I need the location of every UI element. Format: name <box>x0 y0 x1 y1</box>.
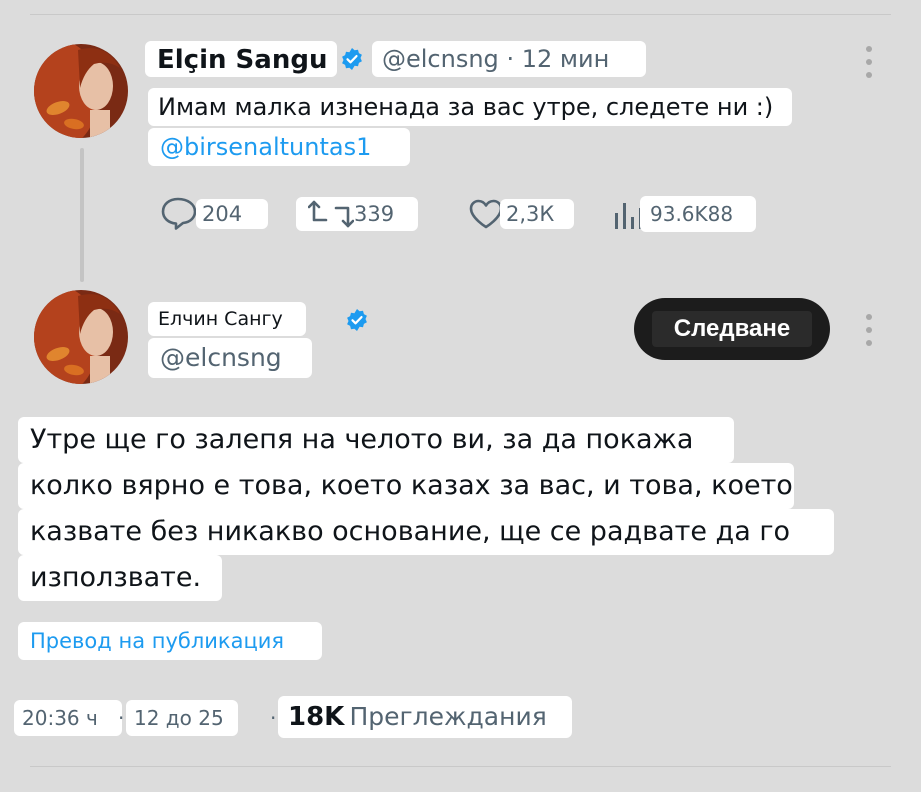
views-count: 93.6K88 <box>640 196 756 232</box>
reply-text-line-4: използвате. <box>18 555 222 601</box>
avatar[interactable] <box>34 44 128 138</box>
thread-line <box>80 148 84 282</box>
avatar-image <box>34 290 128 384</box>
tweet-text: Имам малка изненада за вас утре, следете… <box>148 88 792 126</box>
more-icon[interactable] <box>865 314 873 346</box>
dot-separator: · <box>118 706 125 730</box>
follow-button[interactable]: Следване <box>634 298 830 360</box>
reply-count: 204 <box>196 199 268 229</box>
mention-link[interactable]: @birsenaltuntas1 <box>148 128 410 166</box>
reply-text-line-3: казвате без никакво основание, ще се рад… <box>18 509 834 555</box>
reply-text-line-2: колко вярно е това, което казах за вас, … <box>18 463 794 509</box>
reply-text-line-1: Утре ще го залепя на челото ви, за да по… <box>18 417 734 463</box>
top-divider <box>30 14 891 15</box>
translate-link[interactable]: Превод на публикация <box>18 622 322 660</box>
heart-icon <box>469 199 503 229</box>
like-count: 2,3К <box>500 199 574 229</box>
handle-text: @elcnsng <box>382 45 499 73</box>
tweet-time[interactable]: · 12 мин <box>506 45 609 73</box>
views-total: 18K <box>288 702 345 732</box>
author-handle[interactable]: @elcnsng · 12 мин <box>372 41 646 77</box>
follow-label: Следване <box>651 311 813 347</box>
views-summary[interactable]: 18K Преглеждания <box>278 696 572 738</box>
more-icon[interactable] <box>865 46 873 78</box>
bottom-divider <box>30 766 891 767</box>
dot-separator: · <box>270 706 277 730</box>
retweet-count: 339 <box>354 202 395 226</box>
verified-icon <box>342 48 362 70</box>
reply-avatar[interactable] <box>34 290 128 384</box>
retweet-icon <box>308 200 354 228</box>
verified-icon <box>347 309 367 331</box>
views-label: Преглеждания <box>349 702 547 731</box>
avatar-image <box>34 44 128 138</box>
author-name[interactable]: Elçin Sangu <box>145 41 337 77</box>
post-date[interactable]: 12 до 25 <box>126 700 238 736</box>
reply-author-name[interactable]: Елчин Сангу <box>148 302 306 336</box>
reply-author-handle[interactable]: @elcnsng <box>148 338 312 378</box>
comment-icon <box>161 197 197 230</box>
post-time[interactable]: 20:36 ч <box>14 700 122 736</box>
